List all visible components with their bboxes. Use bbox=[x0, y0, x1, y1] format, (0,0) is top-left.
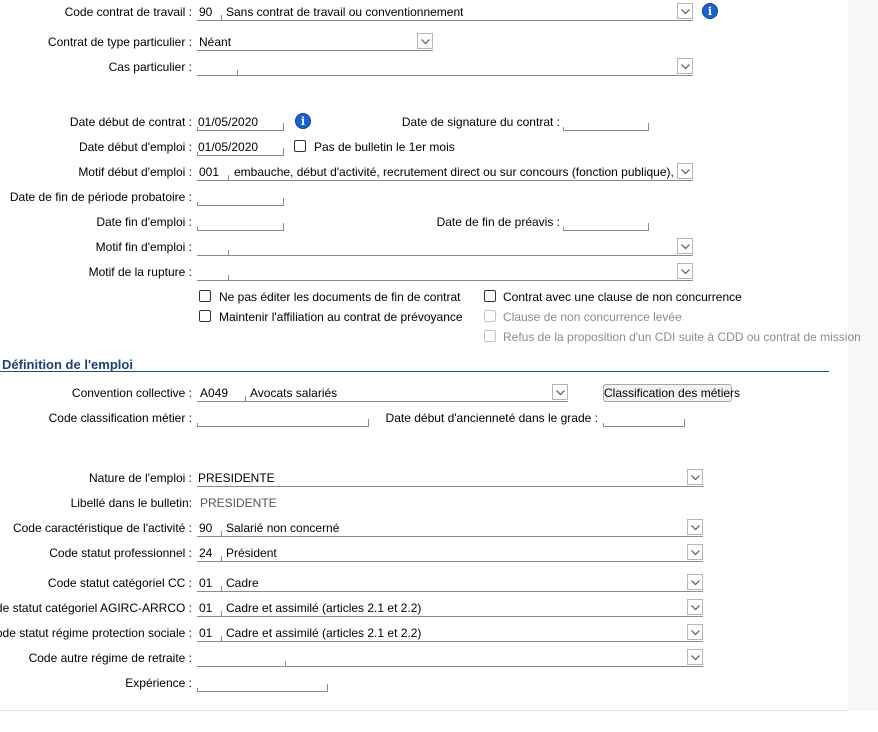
date-fin-emploi-label: Date fin d'emploi : bbox=[96, 215, 192, 229]
right-panel bbox=[848, 0, 878, 711]
autre-regime-label: Code autre régime de retraite : bbox=[28, 651, 192, 665]
statut-protection-select[interactable]: 01 Cadre et assimilé (articles 2.1 et 2.… bbox=[197, 624, 703, 642]
code-contrat-code: 90 bbox=[199, 5, 213, 19]
motif-debut-code: 001 bbox=[199, 165, 220, 179]
experience-input[interactable] bbox=[197, 674, 328, 692]
date-signature-label: Date de signature du contrat : bbox=[401, 115, 560, 129]
clause-levee-label: Clause de non concurrence levée bbox=[503, 310, 682, 324]
chevron-down-icon[interactable] bbox=[677, 58, 693, 74]
ne-pas-editer-checkbox[interactable] bbox=[199, 290, 211, 302]
statut-cc-select[interactable]: 01 Cadre bbox=[197, 574, 703, 592]
chevron-down-icon[interactable] bbox=[552, 384, 568, 400]
date-anciennete-label: Date début d'ancienneté dans le grade : bbox=[385, 411, 598, 425]
motif-rupture-label: Motif de la rupture : bbox=[88, 265, 192, 279]
code-activite-label: Code caractéristique de l'activité : bbox=[12, 521, 192, 535]
chevron-down-icon[interactable] bbox=[417, 33, 433, 49]
code-contrat-select[interactable]: 90 Sans contrat de travail ou convention… bbox=[197, 3, 693, 21]
clause-non-concurrence-checkbox[interactable] bbox=[484, 290, 496, 302]
date-signature-input[interactable] bbox=[563, 113, 649, 131]
chevron-down-icon[interactable] bbox=[677, 238, 693, 254]
info-icon[interactable]: i bbox=[295, 113, 311, 129]
chevron-down-icon[interactable] bbox=[687, 574, 703, 590]
motif-debut-label: Motif début d'emploi : bbox=[78, 165, 192, 179]
code-classification-label: Code classification métier : bbox=[48, 411, 192, 425]
statut-pro-select[interactable]: 24 Président bbox=[197, 544, 703, 562]
date-debut-emploi-label: Date début d'emploi : bbox=[78, 140, 192, 154]
chevron-down-icon[interactable] bbox=[687, 519, 703, 535]
chevron-down-icon[interactable] bbox=[687, 649, 703, 665]
libelle-bulletin-label: Libellé dans le bulletin: bbox=[70, 496, 192, 510]
statut-cc-label: Code statut catégoriel CC : bbox=[47, 576, 192, 590]
convention-code: A049 bbox=[200, 386, 229, 400]
chevron-down-icon[interactable] bbox=[687, 469, 703, 485]
date-debut-contrat-label: Date début de contrat : bbox=[69, 115, 192, 129]
chevron-down-icon[interactable] bbox=[687, 624, 703, 640]
ne-pas-editer-label: Ne pas éditer les documents de fin de co… bbox=[219, 290, 461, 304]
motif-fin-label: Motif fin d'emploi : bbox=[95, 240, 192, 254]
statut-pro-value: Président bbox=[226, 546, 277, 560]
motif-fin-select[interactable] bbox=[197, 238, 693, 256]
statut-protection-label: Code statut régime protection sociale : bbox=[0, 626, 192, 640]
chevron-down-icon[interactable] bbox=[677, 3, 693, 19]
type-particulier-value: Néant bbox=[199, 35, 232, 49]
convention-value: Avocats salariés bbox=[250, 386, 338, 400]
date-debut-contrat-input[interactable]: 01/05/2020 bbox=[197, 113, 284, 131]
statut-agirc-label: Code statut catégoriel AGIRC-ARRCO : bbox=[0, 601, 192, 615]
nature-emploi-value: PRESIDENTE bbox=[198, 471, 275, 485]
maintenir-affiliation-checkbox[interactable] bbox=[199, 310, 211, 322]
code-activite-value: Salarié non concerné bbox=[226, 521, 340, 535]
date-anciennete-input[interactable] bbox=[603, 409, 685, 427]
bottom-divider bbox=[0, 710, 848, 711]
clause-levee-checkbox[interactable] bbox=[484, 310, 496, 322]
type-particulier-select[interactable]: Néant bbox=[197, 33, 433, 51]
section-divider bbox=[0, 371, 829, 372]
statut-pro-label: Code statut professionnel : bbox=[49, 546, 192, 560]
chevron-down-icon[interactable] bbox=[687, 544, 703, 560]
pas-bulletin-label: Pas de bulletin le 1er mois bbox=[314, 140, 455, 154]
convention-label: Convention collective : bbox=[71, 386, 192, 400]
section-title-emploi: Définition de l'emploi bbox=[2, 357, 133, 372]
date-fin-emploi-input[interactable] bbox=[197, 213, 284, 231]
code-contrat-value: Sans contrat de travail ou conventionnem… bbox=[226, 5, 464, 19]
cas-particulier-select[interactable] bbox=[197, 58, 693, 76]
date-fin-preavis-input[interactable] bbox=[563, 213, 649, 231]
date-debut-contrat-value: 01/05/2020 bbox=[198, 115, 259, 129]
motif-rupture-select[interactable] bbox=[197, 263, 693, 281]
date-fin-probatoire-input[interactable] bbox=[197, 188, 284, 206]
date-fin-preavis-label: Date de fin de préavis : bbox=[436, 215, 560, 229]
date-fin-probatoire-label: Date de fin de période probatoire : bbox=[9, 190, 192, 204]
convention-select[interactable]: A049 Avocats salariés bbox=[197, 384, 568, 402]
statut-cc-value: Cadre bbox=[226, 576, 259, 590]
type-particulier-label: Contrat de type particulier : bbox=[47, 35, 192, 49]
chevron-down-icon[interactable] bbox=[677, 163, 693, 179]
statut-agirc-value: Cadre et assimilé (articles 2.1 et 2.2) bbox=[226, 601, 422, 615]
classification-metiers-button[interactable]: Classification des métiers bbox=[603, 384, 740, 402]
experience-label: Expérience : bbox=[125, 676, 192, 690]
statut-agirc-select[interactable]: 01 Cadre et assimilé (articles 2.1 et 2.… bbox=[197, 599, 703, 617]
clause-non-concurrence-label: Contrat avec une clause de non concurren… bbox=[503, 290, 742, 304]
chevron-down-icon[interactable] bbox=[687, 599, 703, 615]
code-contrat-label: Code contrat de travail : bbox=[64, 5, 192, 19]
libelle-bulletin-value: PRESIDENTE bbox=[200, 496, 277, 510]
date-debut-emploi-value: 01/05/2020 bbox=[198, 140, 259, 154]
cas-particulier-label: Cas particulier : bbox=[108, 60, 192, 74]
nature-emploi-label: Nature de l'emploi : bbox=[88, 471, 192, 485]
maintenir-affiliation-label: Maintenir l'affiliation au contrat de pr… bbox=[219, 310, 463, 324]
info-icon[interactable]: i bbox=[702, 3, 718, 19]
refus-cdi-checkbox[interactable] bbox=[484, 330, 496, 342]
autre-regime-select[interactable] bbox=[197, 649, 703, 667]
motif-debut-select[interactable]: 001 embauche, début d'activité, recrutem… bbox=[197, 163, 693, 181]
date-debut-emploi-input[interactable]: 01/05/2020 bbox=[197, 138, 284, 156]
nature-emploi-select[interactable]: PRESIDENTE bbox=[197, 469, 703, 487]
motif-debut-value: embauche, début d'activité, recrutement … bbox=[234, 165, 675, 179]
code-activite-select[interactable]: 90 Salarié non concerné bbox=[197, 519, 703, 537]
refus-cdi-label: Refus de la proposition d'un CDI suite à… bbox=[503, 330, 861, 344]
statut-protection-value: Cadre et assimilé (articles 2.1 et 2.2) bbox=[226, 626, 422, 640]
chevron-down-icon[interactable] bbox=[677, 263, 693, 279]
code-classification-input[interactable] bbox=[197, 409, 369, 427]
pas-bulletin-checkbox[interactable] bbox=[294, 140, 306, 152]
